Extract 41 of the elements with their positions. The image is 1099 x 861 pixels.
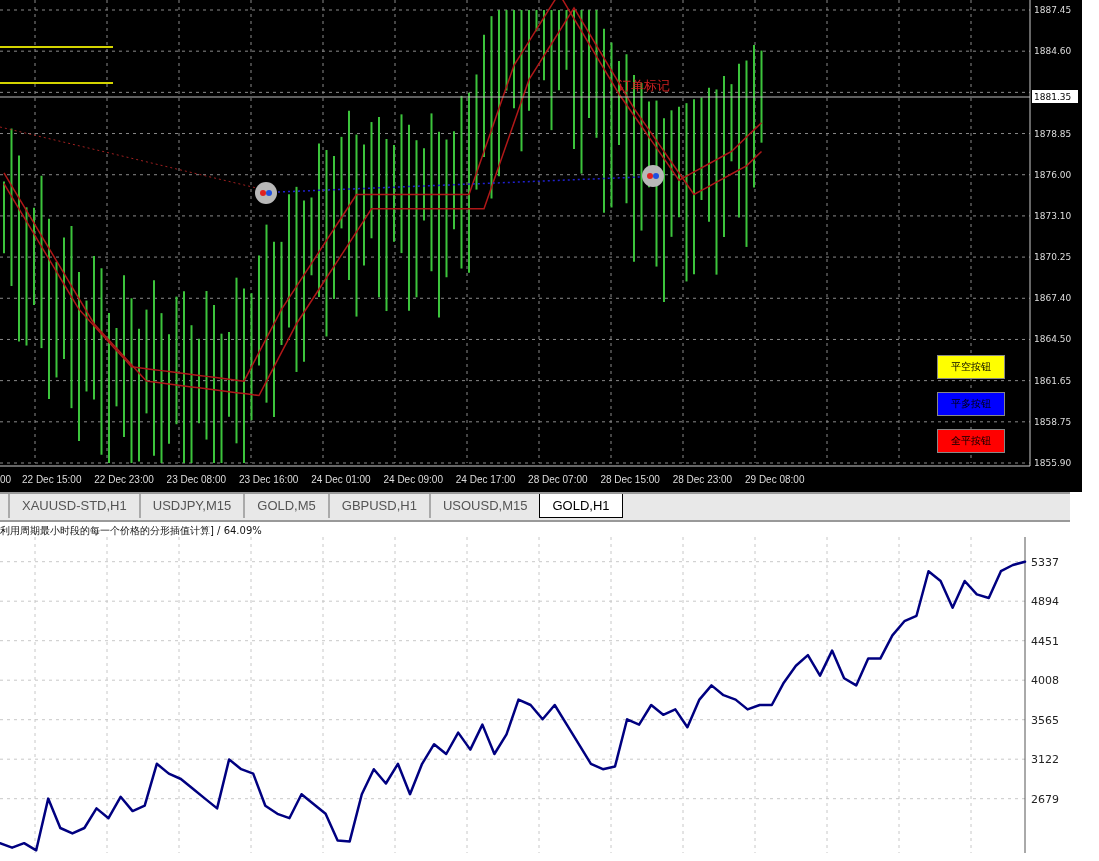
time-tick-label: 28 Dec 23:00 — [672, 474, 733, 485]
time-tick-label: 23 Dec 16:00 — [238, 474, 299, 485]
y-tick-label: 4008 — [1031, 674, 1059, 688]
price-tick-label: 1855.90 — [1034, 458, 1072, 468]
y-tick-label: 4894 — [1031, 595, 1059, 609]
price-tick-label: 1876.00 — [1034, 169, 1072, 180]
chart-title: 利用周期最小时段的每一个价格的分形插值计算] / 64.09% — [0, 525, 262, 536]
time-tick-label: 22 Dec 15:00 — [22, 474, 82, 485]
price-tick-label: 1887.45 — [1034, 5, 1072, 15]
time-tick-label: 29 Dec 08:00 — [745, 474, 805, 485]
price-tick-label: 1864.50 — [1034, 334, 1072, 345]
time-tick-label: 23 Dec 08:00 — [166, 474, 227, 485]
time-tick-label: 28 Dec 15:00 — [600, 474, 660, 485]
y-tick-label: 3122 — [1031, 753, 1059, 767]
price-tick-label: 1861.65 — [1034, 375, 1072, 386]
price-tick-label: 1878.85 — [1034, 128, 1072, 139]
y-tick-label: 3565 — [1031, 713, 1059, 727]
y-tick-label: 2679 — [1031, 792, 1059, 806]
chart-tab[interactable]: XAUUSD-STD,H1 — [8, 494, 139, 518]
action-button[interactable]: 全平按钮 — [937, 429, 1005, 453]
order-marker-icon — [255, 182, 277, 204]
price-tick-label: 1873.10 — [1034, 210, 1072, 221]
chart-tab[interactable]: GOLD,H1 — [539, 494, 623, 518]
price-tick-label: 1858.75 — [1034, 416, 1072, 427]
price-tick-label: 1870.25 — [1034, 252, 1072, 263]
action-button[interactable]: 平空按钮 — [937, 355, 1005, 379]
y-tick-label: 5337 — [1031, 555, 1059, 569]
time-tick-label: 28 Dec 07:00 — [528, 474, 588, 485]
order-marker-icon — [642, 165, 664, 187]
time-tick-label: 24 Dec 01:00 — [311, 474, 371, 485]
chart-tab[interactable]: GOLD,M5 — [243, 494, 328, 518]
time-tick-label: 24 Dec 17:00 — [455, 474, 516, 485]
current-price-label: 1881.35 — [1032, 90, 1078, 103]
time-tick-label: 24 Dec 09:00 — [383, 474, 443, 485]
chart-tab[interactable]: GBPUSD,H1 — [327, 494, 429, 518]
price-tick-label: 1884.60 — [1034, 46, 1072, 57]
time-tick-label: 00 — [0, 474, 12, 485]
price-tick-label: 1867.40 — [1034, 293, 1072, 304]
time-tick-label: 22 Dec 23:00 — [94, 474, 154, 485]
chart-tab[interactable]: USDJPY,M15 — [138, 494, 244, 518]
y-tick-label: 4451 — [1031, 634, 1059, 648]
